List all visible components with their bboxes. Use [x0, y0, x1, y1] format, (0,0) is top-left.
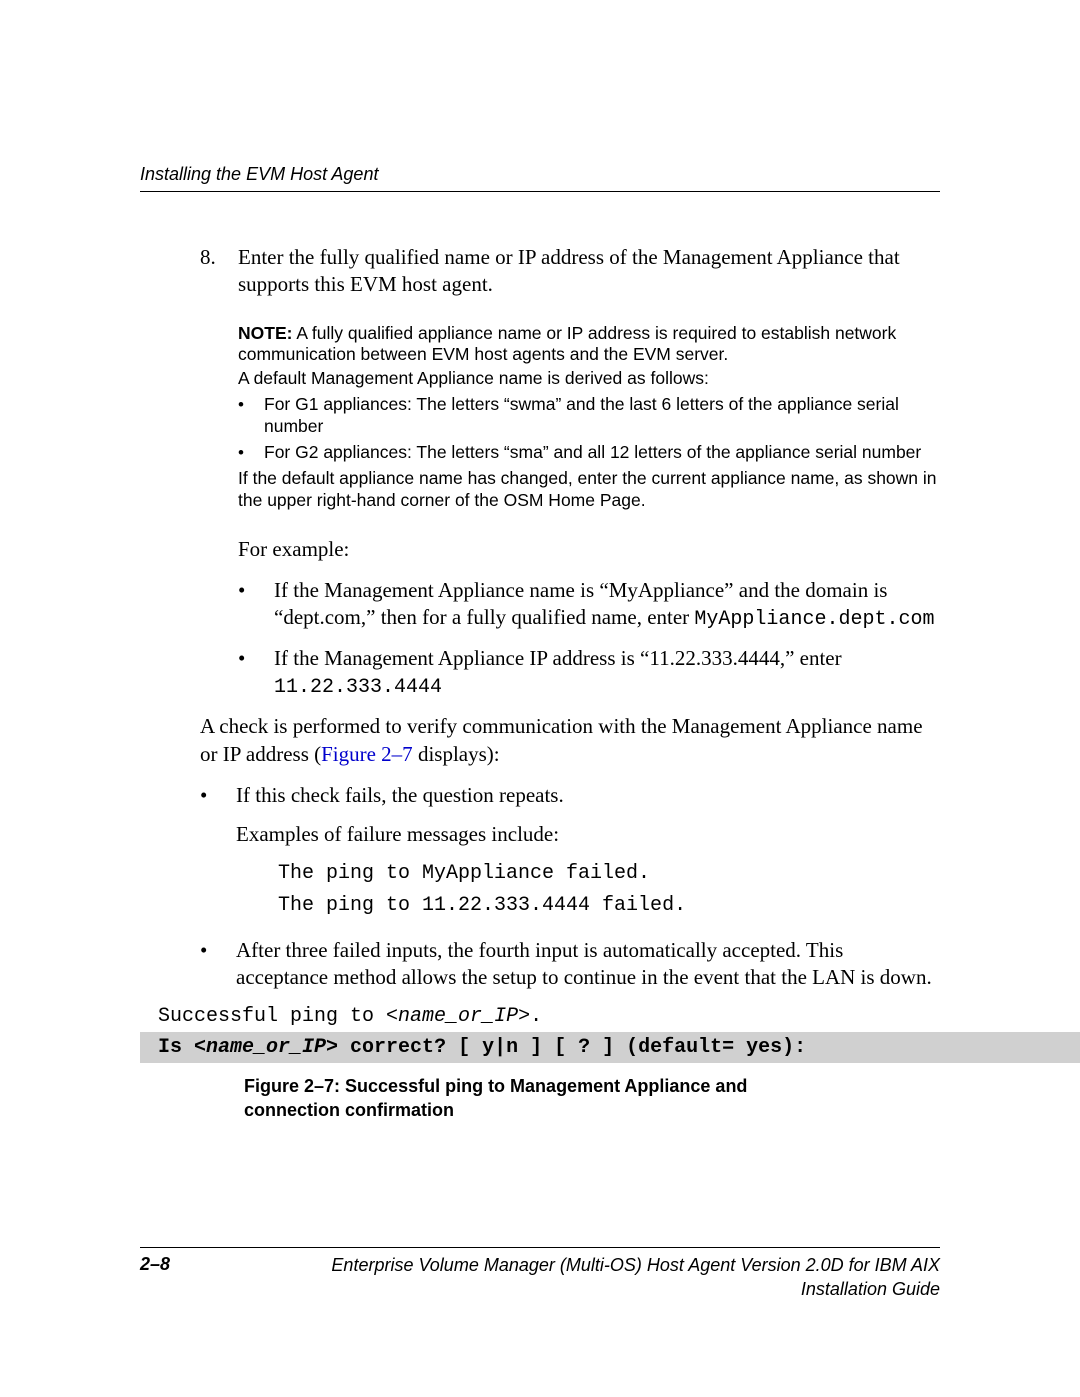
footer-rule: [140, 1247, 940, 1248]
example-b2-code: 11.22.333.4444: [274, 676, 442, 699]
figure-box: Successful ping to <name_or_IP>. Is <nam…: [140, 1003, 1080, 1063]
failure-code-1: The ping to MyAppliance failed.: [278, 861, 940, 887]
page-footer: 2–8 Enterprise Volume Manager (Multi-OS)…: [140, 1247, 940, 1301]
figure-link[interactable]: Figure 2–7: [321, 742, 413, 766]
bullet-icon: •: [200, 782, 236, 925]
note-block: NOTE: A fully qualified appliance name o…: [238, 323, 940, 512]
main-content: 8. Enter the fully qualified name or IP …: [200, 244, 940, 1122]
bullet-icon: •: [200, 937, 236, 992]
fig-l1-pre: Successful ping to: [158, 1005, 386, 1028]
step-8: 8. Enter the fully qualified name or IP …: [200, 244, 940, 299]
example-bullet-2: • If the Management Appliance IP address…: [238, 645, 940, 701]
fig-l2-post: correct? [ y|n ] [ ? ] (default= yes):: [338, 1036, 806, 1059]
example-b2-text: If the Management Appliance IP address i…: [274, 646, 842, 670]
figure-caption: Figure 2–7: Successful ping to Managemen…: [244, 1075, 840, 1122]
bullet-icon: •: [238, 645, 274, 701]
note-bullet-1-text: For G1 appliances: The letters “swma” an…: [264, 394, 940, 438]
note-line2: A default Management Appliance name is d…: [238, 368, 940, 390]
example-bullet-1: • If the Management Appliance name is “M…: [238, 577, 940, 633]
check-pre: A check is performed to verify communica…: [200, 714, 923, 765]
note-label: NOTE:: [238, 323, 292, 343]
step-text: Enter the fully qualified name or IP add…: [238, 244, 940, 299]
check-b1-text: If this check fails, the question repeat…: [236, 782, 940, 809]
example-b1-code: MyAppliance.dept.com: [694, 608, 934, 631]
check-b2-text: After three failed inputs, the fourth in…: [236, 937, 940, 992]
failure-code-2: The ping to 11.22.333.4444 failed.: [278, 893, 940, 919]
check-bullet-2: • After three failed inputs, the fourth …: [200, 937, 940, 992]
fig-l1-var: <name_or_IP>: [386, 1005, 530, 1028]
example-intro: For example:: [238, 536, 940, 563]
fig-l1-post: .: [530, 1005, 542, 1028]
figure-line-1: Successful ping to <name_or_IP>.: [140, 1003, 1080, 1032]
bullet-icon: •: [238, 394, 264, 438]
fig-l2-var: <name_or_IP>: [194, 1036, 338, 1059]
note-bullet-2: • For G2 appliances: The letters “sma” a…: [238, 442, 940, 464]
step-number: 8.: [200, 244, 238, 299]
running-header: Installing the EVM Host Agent: [140, 164, 940, 185]
note-bullet-1: • For G1 appliances: The letters “swma” …: [238, 394, 940, 438]
header-rule: [140, 191, 940, 192]
bullet-icon: •: [238, 442, 264, 464]
figure-line-2: Is <name_or_IP> correct? [ y|n ] [ ? ] (…: [140, 1032, 1080, 1063]
check-para: A check is performed to verify communica…: [200, 713, 940, 768]
note-line3: If the default appliance name has change…: [238, 468, 940, 512]
check-bullet-1: • If this check fails, the question repe…: [200, 782, 940, 925]
footer-title: Enterprise Volume Manager (Multi-OS) Hos…: [250, 1254, 940, 1301]
note-bullet-2-text: For G2 appliances: The letters “sma” and…: [264, 442, 921, 464]
check-post: displays):: [413, 742, 500, 766]
page-number: 2–8: [140, 1254, 170, 1275]
bullet-icon: •: [238, 577, 274, 633]
note-line1: A fully qualified appliance name or IP a…: [238, 323, 896, 365]
check-b1-sub: Examples of failure messages include:: [236, 821, 940, 848]
fig-l2-pre: Is: [158, 1036, 194, 1059]
